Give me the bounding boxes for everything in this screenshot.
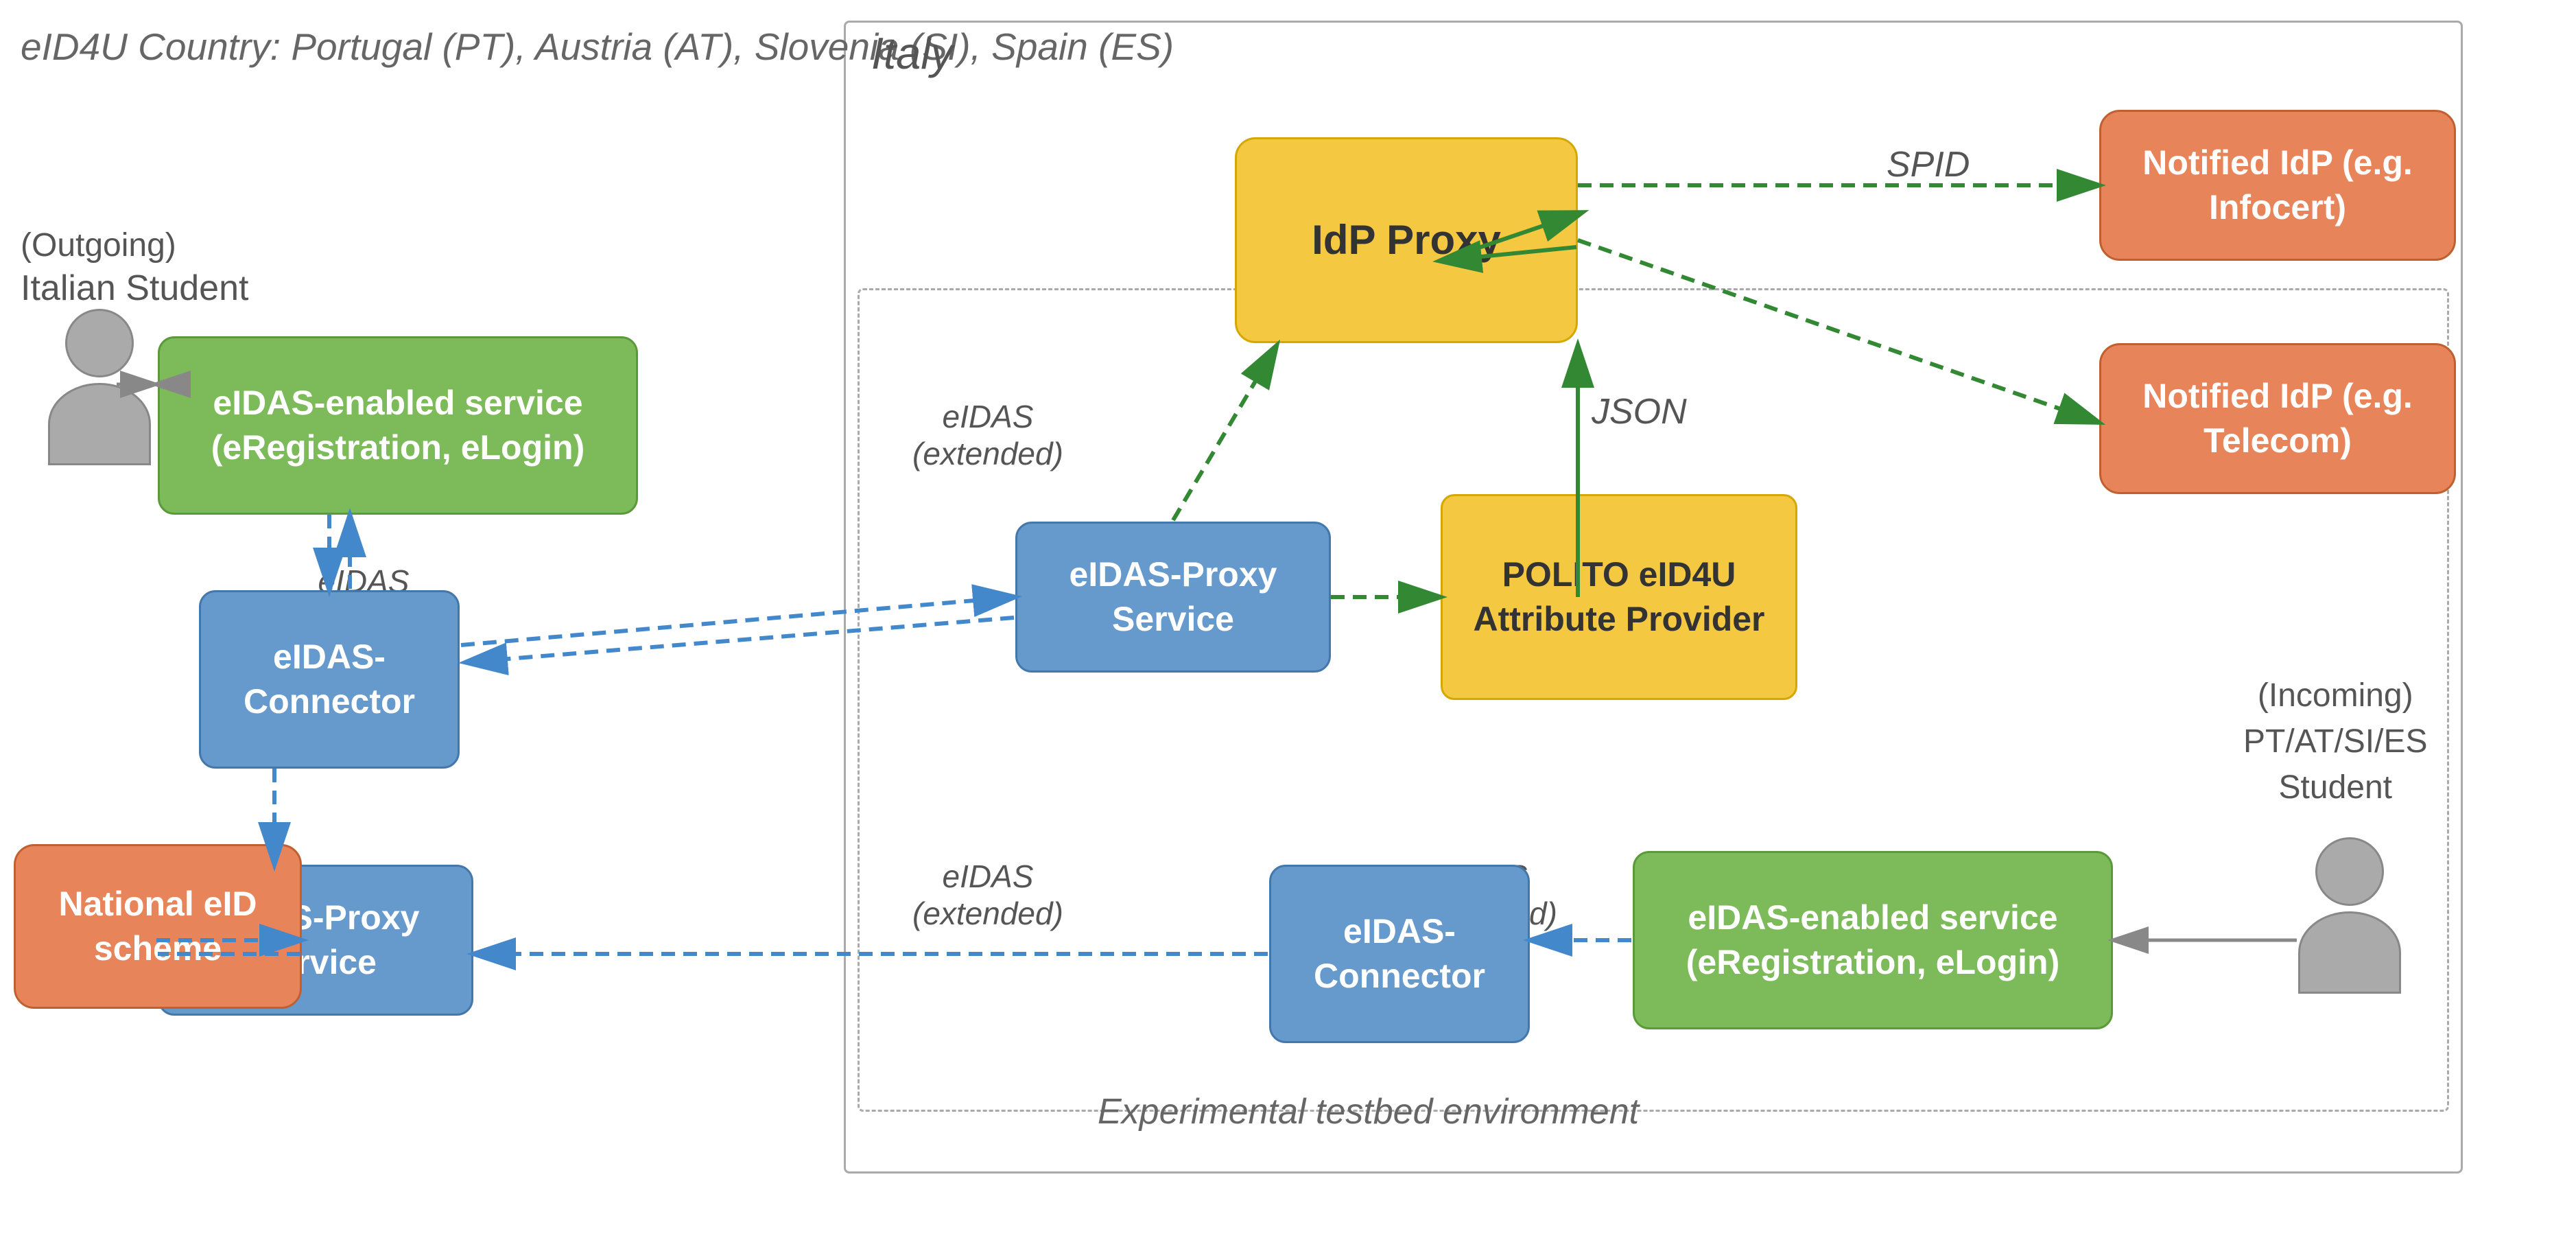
eidas-enabled-service-top: eIDAS-enabled service (eRegistration, eL… [158, 336, 638, 515]
polito-attribute-provider: POLITO eID4U Attribute Provider [1441, 494, 1797, 700]
spid-label: SPID [1887, 144, 1970, 185]
experimental-label: Experimental testbed environment [1098, 1091, 1639, 1132]
eidas-enabled-service-bottom-right: eIDAS-enabled service (eRegistration, eL… [1633, 851, 2113, 1029]
outgoing-label: (Outgoing) [21, 226, 176, 264]
eidas-proxy-service-top-right: eIDAS-Proxy Service [1015, 522, 1331, 673]
diagram: eID4U Country: Portugal (PT), Austria (A… [0, 0, 2576, 1249]
json-label: JSON [1592, 391, 1687, 432]
eidas-extended-label-3: eIDAS(extended) [912, 858, 1063, 932]
notified-idp-1: Notified IdP (e.g. Infocert) [2099, 110, 2456, 261]
incoming-label: (Incoming)PT/AT/SI/ESStudent [2243, 673, 2428, 811]
italian-student-label: Italian Student [21, 268, 248, 309]
italian-student-person [48, 309, 151, 465]
eid4u-countries-label: eID4U Country: Portugal (PT), Austria (A… [21, 21, 1174, 73]
national-eid-scheme: National eID scheme [14, 844, 302, 1009]
idp-proxy: IdP Proxy [1235, 137, 1578, 343]
italy-label: Italy [871, 27, 953, 79]
incoming-student-person [2298, 837, 2401, 994]
eidas-connector-bottom-right: eIDAS- Connector [1269, 865, 1530, 1043]
notified-idp-2: Notified IdP (e.g. Telecom) [2099, 343, 2456, 494]
eidas-extended-label-2: eIDAS(extended) [912, 398, 1063, 472]
eidas-connector-left: eIDAS- Connector [199, 590, 460, 769]
